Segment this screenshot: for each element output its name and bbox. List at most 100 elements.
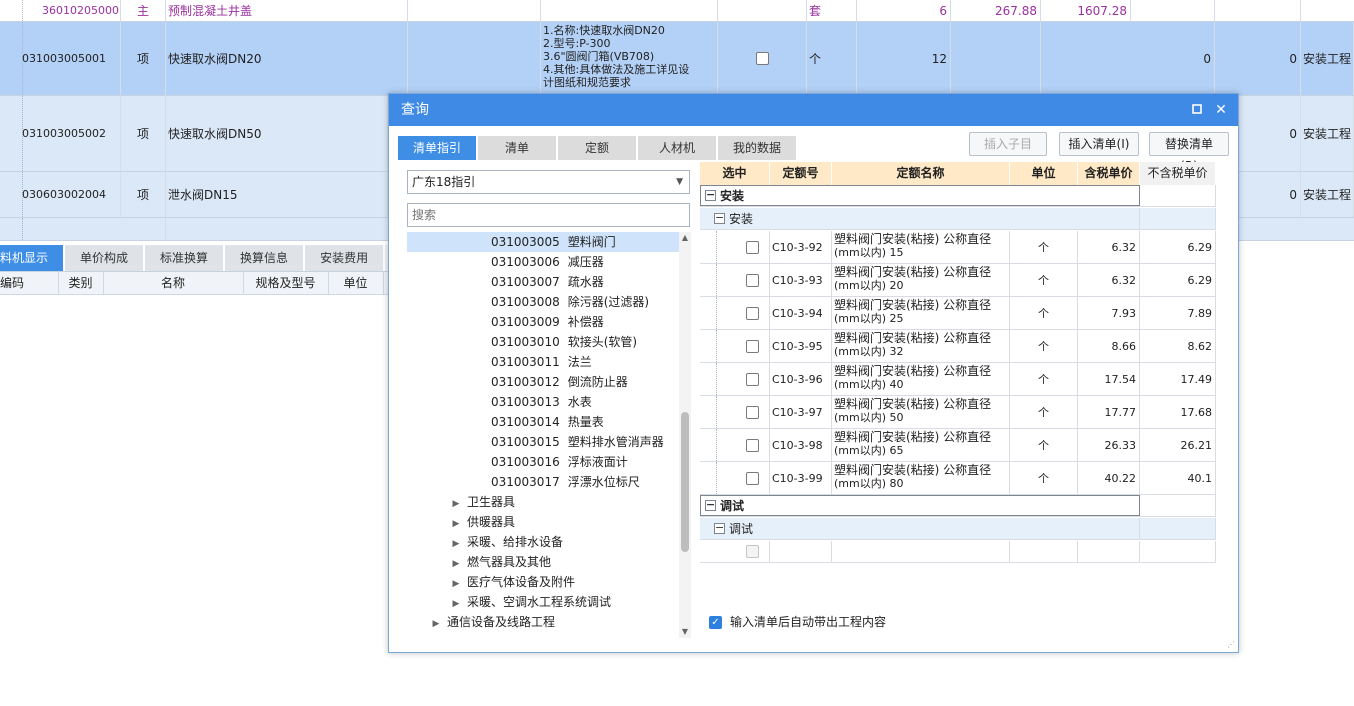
tree-item[interactable]: 031003007 疏水器 (407, 272, 679, 292)
tab-my-data[interactable]: 我的数据 (718, 136, 796, 160)
quota-row[interactable]: C10-3-92 塑料阀门安装(粘接) 公称直径 (mm以内) 15 个 6.32 6.2… (700, 231, 1216, 264)
close-icon[interactable]: ✕ (1210, 94, 1232, 126)
tree-item[interactable]: 031003009 补偿器 (407, 312, 679, 332)
collapse-icon[interactable]: − (714, 522, 725, 534)
tree-item[interactable]: 031003005 塑料阀门 (407, 232, 679, 252)
tree-item[interactable]: 031003010 软接头(软管) (407, 332, 679, 352)
expand-arrow-icon[interactable]: ▶ (449, 494, 463, 514)
replace-list-button[interactable]: 替换清单(R) (1149, 132, 1229, 173)
group-row[interactable]: − 调试 (700, 495, 1216, 517)
tab-conversion-info[interactable]: 换算信息 (225, 245, 306, 271)
tree-item[interactable]: 031003013 水表 (407, 392, 679, 412)
collapse-icon[interactable]: − (705, 499, 716, 511)
guide-tree: 031003005 塑料阀门 031003006 减压器 031003007 疏水器 031… (407, 232, 679, 638)
tree-item[interactable]: ▶ 采暖、空调水工程系统调试 (407, 592, 679, 612)
row-checkbox[interactable] (755, 52, 769, 65)
tree-item[interactable]: 031003016 浮标液面计 (407, 452, 679, 472)
tree-item[interactable]: 031003015 塑料排水管消声器 (407, 432, 679, 452)
col-code[interactable]: 编码 (0, 272, 59, 294)
subgroup-row[interactable]: − 安装 (700, 208, 1216, 230)
tab-quota[interactable]: 定额 (558, 136, 636, 160)
quota-row[interactable]: C10-3-98 塑料阀门安装(粘接) 公称直径 (mm以内) 65 个 26.33 26… (700, 429, 1216, 462)
col-unit[interactable]: 单位 (328, 272, 384, 294)
insert-list-button[interactable]: 插入清单(I) (1059, 132, 1139, 156)
col-notax-price[interactable]: 不含税单价 (1140, 162, 1216, 185)
tab-install-fee[interactable]: 安装费用 (305, 245, 386, 271)
tree-scrollbar[interactable]: ▲ ▼ (679, 232, 691, 638)
quota-tax-price: 6.32 (1078, 231, 1140, 263)
row-name: 预制混凝土井盖 (166, 0, 408, 21)
quota-checkbox[interactable] (746, 240, 759, 254)
scroll-down-icon[interactable]: ▼ (679, 626, 691, 638)
col-selected[interactable]: 选中 (700, 162, 770, 185)
quota-checkbox[interactable] (746, 545, 759, 558)
search-input[interactable] (407, 203, 690, 227)
expand-arrow-icon[interactable]: ▶ (429, 614, 443, 634)
tree-item[interactable]: 031003012 倒流防止器 (407, 372, 679, 392)
tree-item[interactable]: ▶ 卫生器具 (407, 492, 679, 512)
tree-item[interactable]: ▶ 通信设备及线路工程 (407, 612, 679, 632)
quota-notax-price: 26.21 (1140, 429, 1216, 461)
quota-row[interactable]: C10-3-96 塑料阀门安装(粘接) 公称直径 (mm以内) 40 个 17.54 17… (700, 363, 1216, 396)
tree-item[interactable]: 031003008 除污器(过滤器) (407, 292, 679, 312)
quota-checkbox[interactable] (746, 438, 759, 452)
tab-standard-conversion[interactable]: 标准换算 (145, 245, 226, 271)
maximize-icon[interactable] (1186, 94, 1208, 126)
quota-checkbox[interactable] (746, 306, 759, 320)
tree-item[interactable]: ▶ 采暖、给排水设备 (407, 532, 679, 552)
tree-item[interactable]: 031003011 法兰 (407, 352, 679, 372)
tree-item[interactable]: ▶ 供暖器具 (407, 512, 679, 532)
quota-row-empty[interactable] (700, 541, 1216, 563)
row-description: 1.名称:快速取水阀DN20 2.型号:P-300 3.6"圆阀门箱(VB708… (541, 22, 718, 95)
quota-notax-price: 6.29 (1140, 231, 1216, 263)
quota-row[interactable]: C10-3-97 塑料阀门安装(粘接) 公称直径 (mm以内) 50 个 17.77 17… (700, 396, 1216, 429)
tree-item[interactable]: 031003017 浮漂水位标尺 (407, 472, 679, 492)
auto-content-checkbox[interactable]: ✓ 输入清单后自动带出工程内容 (709, 613, 886, 631)
table-row[interactable]: 360102050001 主 预制混凝土井盖 套 6 267.88 1607.2… (0, 0, 1354, 22)
quota-checkbox[interactable] (746, 339, 759, 353)
insert-child-button[interactable]: 插入子目 (969, 132, 1047, 156)
col-unit[interactable]: 单位 (1010, 162, 1078, 185)
col-tax-price[interactable]: 含税单价 (1078, 162, 1140, 185)
tab-list-guide[interactable]: 清单指引 (398, 136, 476, 160)
scroll-thumb[interactable] (681, 412, 689, 552)
region-select[interactable]: 广东18指引 ▼ (407, 170, 690, 194)
quota-row[interactable]: C10-3-95 塑料阀门安装(粘接) 公称直径 (mm以内) 32 个 8.66 8.6… (700, 330, 1216, 363)
tree-item[interactable]: ▶ 燃气器具及其他 (407, 552, 679, 572)
col-type[interactable]: 类别 (58, 272, 104, 294)
tree-item-code: 031003016 (491, 455, 560, 469)
col-quota-name[interactable]: 定额名称 (832, 162, 1010, 185)
collapse-icon[interactable]: − (705, 189, 716, 201)
quota-row[interactable]: C10-3-94 塑料阀门安装(粘接) 公称直径 (mm以内) 25 个 7.93 7.8… (700, 297, 1216, 330)
quota-checkbox[interactable] (746, 405, 759, 419)
quota-row[interactable]: C10-3-93 塑料阀门安装(粘接) 公称直径 (mm以内) 20 个 6.32 6.2… (700, 264, 1216, 297)
resize-grip-icon[interactable]: ⋰ (1227, 640, 1235, 649)
subgroup-row[interactable]: − 调试 (700, 518, 1216, 540)
tab-unit-price[interactable]: 单价构成 (65, 245, 146, 271)
tab-material-machine[interactable]: 料机显示 (0, 245, 66, 271)
quota-unit: 个 (1010, 231, 1078, 263)
dialog-titlebar[interactable]: 查询 ✕ (389, 94, 1238, 126)
expand-arrow-icon[interactable]: ▶ (449, 554, 463, 574)
quota-checkbox[interactable] (746, 273, 759, 287)
quota-checkbox[interactable] (746, 471, 759, 485)
col-spec[interactable]: 规格及型号 (243, 272, 329, 294)
tab-labor-material[interactable]: 人材机 (638, 136, 716, 160)
expand-arrow-icon[interactable]: ▶ (449, 514, 463, 534)
expand-arrow-icon[interactable]: ▶ (449, 574, 463, 594)
tab-list[interactable]: 清单 (478, 136, 556, 160)
tree-item[interactable]: ▶ 医疗气体设备及附件 (407, 572, 679, 592)
tree-item[interactable]: 031003014 热量表 (407, 412, 679, 432)
col-name[interactable]: 名称 (103, 272, 244, 294)
group-row[interactable]: − 安装 (700, 185, 1216, 207)
quota-checkbox[interactable] (746, 372, 759, 386)
quota-row[interactable]: C10-3-99 塑料阀门安装(粘接) 公称直径 (mm以内) 80 个 40.22 40… (700, 462, 1216, 495)
tree-item[interactable]: 031003006 减压器 (407, 252, 679, 272)
col-quota-code[interactable]: 定额号 (770, 162, 832, 185)
subgroup-label: 调试 (729, 522, 754, 536)
expand-arrow-icon[interactable]: ▶ (449, 594, 463, 614)
expand-arrow-icon[interactable]: ▶ (449, 534, 463, 554)
scroll-up-icon[interactable]: ▲ (679, 232, 691, 244)
table-row-selected[interactable]: 031003005001 项 快速取水阀DN20 1.名称:快速取水阀DN20 … (0, 22, 1354, 96)
collapse-icon[interactable]: − (714, 212, 725, 224)
